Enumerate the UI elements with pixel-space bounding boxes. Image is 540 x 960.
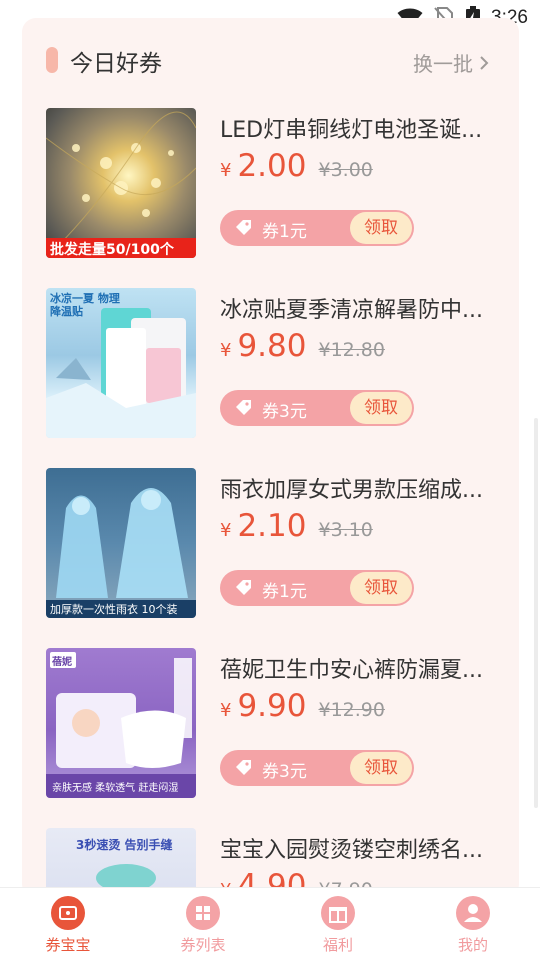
refresh-label: 换一批 [413, 52, 473, 76]
product-title: LED灯串铜线灯电池圣诞... [220, 118, 483, 143]
image-caption: 亲肤无感 柔软透气 赶走闷湿 [52, 783, 179, 794]
bottom-nav: 券宝宝 券列表 福利 我的 [0, 887, 540, 960]
product-image: 批发走量50/100个 [46, 108, 196, 258]
product-item[interactable]: 加厚款一次性雨衣 10个装 雨衣加厚女式男款压缩成... ¥ 2.10 ¥3.1… [46, 468, 506, 620]
original-price: ¥3.00 [318, 159, 373, 181]
currency-symbol: ¥ [220, 520, 232, 541]
raincoat-art [46, 488, 196, 618]
section-title: 今日好券 [70, 51, 162, 77]
coupon-badge: 券1元 领取 [220, 210, 414, 246]
user-icon [456, 896, 490, 930]
original-price: ¥12.90 [318, 699, 385, 721]
product-item[interactable]: 冰凉一夏 物理降温贴 冰凉贴夏季清凉解暑防中... ¥ 9.80 ¥12.80 … [46, 288, 506, 440]
product-title: 宝宝入园熨烫镂空刺绣名... [220, 838, 483, 863]
original-price: ¥12.80 [318, 339, 385, 361]
nav-item-welfare[interactable]: 福利 [298, 896, 378, 955]
currency-symbol: ¥ [220, 340, 232, 361]
nav-label: 券宝宝 [45, 936, 91, 954]
product-title: 冰凉贴夏季清凉解暑防中... [220, 298, 483, 323]
claim-button[interactable]: 领取 [350, 392, 412, 424]
product-item[interactable]: 蓓妮 亲肤无感 柔软透气 赶走闷湿 蓓妮卫生巾安心裤防漏夏... ¥ 9.90 … [46, 648, 506, 800]
coupon-card: 今日好券 换一批 批发走量50/100个 LED灯串铜线灯电池圣诞... ¥ 2… [22, 18, 519, 898]
image-brand: 蓓妮 [52, 657, 72, 668]
coupon-icon [51, 896, 85, 930]
product-image: 加厚款一次性雨衣 10个装 [46, 468, 196, 618]
price-row: ¥ 2.10 ¥3.10 [220, 508, 373, 552]
image-caption: 冰凉一夏 物理降温贴 [50, 292, 120, 318]
price: 9.90 [237, 688, 307, 724]
nav-item-list[interactable]: 券列表 [163, 896, 243, 955]
tag-icon [236, 760, 251, 775]
price-row: ¥ 2.00 ¥3.00 [220, 148, 373, 192]
original-price: ¥3.10 [318, 519, 373, 541]
tag-icon [236, 580, 251, 595]
image-caption: 批发走量50/100个 [50, 242, 174, 258]
coupon-amount: 券1元 [262, 582, 307, 602]
image-caption: 加厚款一次性雨衣 10个装 [50, 603, 178, 616]
nav-label: 券列表 [180, 936, 226, 954]
coupon-badge: 券1元 领取 [220, 570, 414, 606]
product-image: 冰凉一夏 物理降温贴 [46, 288, 196, 438]
grid-icon [186, 896, 220, 930]
claim-button[interactable]: 领取 [350, 752, 412, 784]
claim-button[interactable]: 领取 [350, 572, 412, 604]
refresh-button[interactable]: 换一批 [413, 48, 489, 77]
price-row: ¥ 9.80 ¥12.80 [220, 328, 385, 372]
price: 2.00 [237, 148, 307, 184]
price-row: ¥ 9.90 ¥12.90 [220, 688, 385, 732]
price: 2.10 [237, 508, 307, 544]
currency-symbol: ¥ [220, 700, 232, 721]
currency-symbol: ¥ [220, 160, 232, 181]
title-accent-bar [46, 47, 58, 73]
price: 9.80 [237, 328, 307, 364]
claim-button[interactable]: 领取 [350, 212, 412, 244]
sanitary-pants-art [46, 652, 196, 798]
product-image: 蓓妮 亲肤无感 柔软透气 赶走闷湿 [46, 648, 196, 798]
nav-item-home[interactable]: 券宝宝 [28, 896, 108, 955]
product-item[interactable]: 批发走量50/100个 LED灯串铜线灯电池圣诞... ¥ 2.00 ¥3.00… [46, 108, 506, 260]
coupon-badge: 券3元 领取 [220, 750, 414, 786]
card-header: 今日好券 换一批 [22, 18, 519, 102]
product-title: 蓓妮卫生巾安心裤防漏夏... [220, 658, 483, 683]
scrollbar[interactable] [534, 418, 538, 808]
coupon-badge: 券3元 领取 [220, 390, 414, 426]
tag-icon [236, 400, 251, 415]
coupon-amount: 券3元 [262, 402, 307, 422]
coupon-amount: 券1元 [262, 222, 307, 242]
nav-item-profile[interactable]: 我的 [433, 896, 513, 955]
led-lights-art [46, 111, 196, 258]
gift-icon [321, 896, 355, 930]
nav-label: 我的 [457, 936, 488, 954]
chevron-right-icon [480, 55, 489, 70]
coupon-amount: 券3元 [262, 762, 307, 782]
image-caption: 3秒速烫 告别手缝 [76, 838, 173, 852]
product-title: 雨衣加厚女式男款压缩成... [220, 478, 483, 503]
nav-label: 福利 [322, 936, 353, 954]
tag-icon [236, 220, 251, 235]
